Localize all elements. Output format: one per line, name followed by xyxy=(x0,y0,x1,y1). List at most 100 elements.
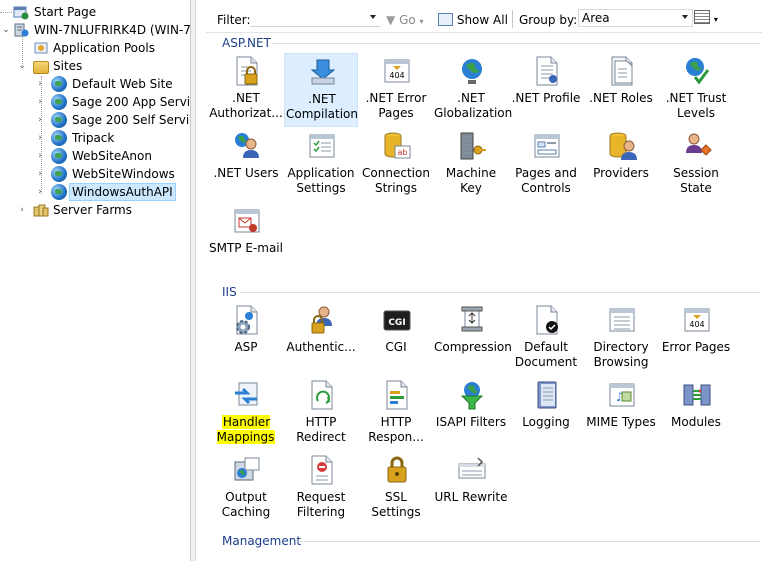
features-view: Filter: ▼ Go ▾ Show All Group by: Area ▾… xyxy=(196,0,762,561)
globe-icon xyxy=(51,184,67,200)
expand-chevron-icon[interactable]: › xyxy=(35,183,45,201)
server-farms-icon xyxy=(33,202,49,218)
expand-chevron-icon[interactable]: › xyxy=(17,201,27,219)
globe-icon xyxy=(456,55,488,87)
machine-key-icon xyxy=(456,130,488,162)
feature-session-state[interactable]: Session State xyxy=(659,128,733,202)
funnel-icon: ▼ xyxy=(386,13,396,27)
feature-net-roles[interactable]: .NET Roles xyxy=(584,53,658,127)
error-404-icon: 404 xyxy=(381,55,413,87)
tree-node-label: Sage 200 App Services xyxy=(72,95,190,109)
feature-label: URL Rewrite xyxy=(434,490,508,504)
feature-ssl-settings[interactable]: SSL Settings xyxy=(359,452,433,526)
expand-chevron-icon[interactable]: › xyxy=(35,147,45,165)
feature-error-pages[interactable]: 404 Error Pages xyxy=(659,302,733,376)
folder-icon xyxy=(33,61,49,74)
filter-bar: Filter: ▼ Go ▾ Show All Group by: Area ▾ xyxy=(206,6,762,33)
feature-directory-browsing[interactable]: Directory Browsing xyxy=(584,302,658,376)
output-caching-icon xyxy=(231,454,263,486)
collapse-chevron-icon[interactable]: ⌄ xyxy=(17,57,27,75)
tree-node-label: Server Farms xyxy=(53,203,132,217)
feature-logging[interactable]: Logging xyxy=(509,377,583,451)
expand-chevron-icon[interactable]: › xyxy=(35,93,45,111)
feature-label: .NET Users xyxy=(213,166,279,180)
feature-http-redirect[interactable]: HTTP Redirect xyxy=(284,377,358,451)
feature-default-document[interactable]: Default Document xyxy=(509,302,583,376)
feature-modules[interactable]: Modules xyxy=(659,377,733,451)
feature-label: Request Filtering xyxy=(296,490,346,519)
svg-text:ab: ab xyxy=(398,148,408,157)
compile-icon xyxy=(307,56,339,88)
expand-chevron-icon[interactable]: › xyxy=(35,129,45,147)
connections-tree[interactable]: Start Page ⌄ WIN-7NLUFRIRK4D (WIN-7NL Ap… xyxy=(0,0,190,561)
application-pools-icon xyxy=(33,40,49,56)
roles-icon xyxy=(606,55,638,87)
feature-net-error-pages[interactable]: 404 .NET Error Pages xyxy=(359,53,433,127)
feature-application-settings[interactable]: Application Settings xyxy=(284,128,358,202)
go-button[interactable]: ▼ Go ▾ xyxy=(386,11,424,29)
feature-authentic[interactable]: Authentic... xyxy=(284,302,358,376)
error-pages-icon: 404 xyxy=(681,304,713,336)
globe-icon xyxy=(51,76,67,92)
feature-http-respon[interactable]: HTTP Respon... xyxy=(359,377,433,451)
feature-label: ISAPI Filters xyxy=(435,415,507,429)
toolbar-separator xyxy=(512,10,513,28)
feature-label: Session State xyxy=(673,166,719,195)
feature-connection-strings[interactable]: ab Connection Strings xyxy=(359,128,433,202)
feature-asp[interactable]: ASP xyxy=(209,302,283,376)
feature-request-filtering[interactable]: Request Filtering xyxy=(284,452,358,526)
feature-label: .NET Compilation xyxy=(285,92,359,121)
feature-machine-key[interactable]: Machine Key xyxy=(434,128,508,202)
feature-url-rewrite[interactable]: URL Rewrite xyxy=(434,452,508,526)
svg-text:404: 404 xyxy=(689,320,704,329)
default-document-icon xyxy=(531,304,563,336)
globe-icon xyxy=(51,112,67,128)
feature-handler-mappings[interactable]: Handler Mappings xyxy=(209,377,283,451)
svg-text:CGI: CGI xyxy=(388,318,405,328)
group-by-label: Group by: xyxy=(519,13,578,27)
highlighted-label: Handler Mappings xyxy=(216,415,276,444)
asp-icon xyxy=(231,304,263,336)
url-rewrite-icon xyxy=(456,454,488,486)
feature-output-caching[interactable]: Output Caching xyxy=(209,452,283,526)
feature-providers[interactable]: Providers xyxy=(584,128,658,202)
http-response-icon xyxy=(381,379,413,411)
feature-smtp-e-mail[interactable]: SMTP E-mail xyxy=(209,203,283,277)
feature-isapi-filters[interactable]: ISAPI Filters xyxy=(434,377,508,451)
expand-chevron-icon[interactable]: › xyxy=(35,75,45,93)
feature-net-profile[interactable]: .NET Profile xyxy=(509,53,583,127)
feature-compression[interactable]: Compression xyxy=(434,302,512,376)
feature-label: .NET Authorizat... xyxy=(209,91,283,120)
app-settings-icon xyxy=(306,130,338,162)
feature-pages-and-controls[interactable]: Pages and Controls xyxy=(509,128,583,202)
globe-icon xyxy=(51,166,67,182)
feature-net-users[interactable]: .NET Users xyxy=(209,128,283,202)
feature-net-trust-levels[interactable]: .NET Trust Levels xyxy=(659,53,733,127)
collapse-chevron-icon[interactable]: ⌄ xyxy=(1,21,11,39)
show-all-button[interactable]: Show All xyxy=(438,11,508,29)
feature-net-globalization[interactable]: .NET Globalization xyxy=(434,53,512,127)
filter-input[interactable] xyxy=(250,9,381,27)
feature-mime-types[interactable]: ♪ MIME Types xyxy=(584,377,658,451)
feature-net-authorizat[interactable]: .NET Authorizat... xyxy=(209,53,283,127)
feature-label: HTTP Respon... xyxy=(368,415,424,444)
feature-cgi[interactable]: CGI CGI xyxy=(359,302,433,376)
feature-label: Compression xyxy=(434,340,512,354)
smtp-icon xyxy=(231,205,263,237)
group-by-select[interactable]: Area xyxy=(578,9,693,27)
tree-node-label: Application Pools xyxy=(53,41,155,55)
dropdown-arrow-icon xyxy=(682,15,688,19)
feature-label: Application Settings xyxy=(287,166,355,195)
tree-node-label: Tripack xyxy=(72,131,115,145)
expand-chevron-icon[interactable]: › xyxy=(35,165,45,183)
show-all-icon xyxy=(438,13,453,26)
trust-icon xyxy=(681,55,713,87)
feature-label: Modules xyxy=(671,415,721,429)
expand-chevron-icon[interactable]: › xyxy=(35,111,45,129)
http-redirect-icon xyxy=(306,379,338,411)
view-switcher-button[interactable]: ▾ xyxy=(694,9,718,27)
pages-controls-icon xyxy=(531,130,563,162)
feature-label: CGI xyxy=(385,340,407,354)
feature-label: ASP xyxy=(234,340,258,354)
feature-net-compilation[interactable]: .NET Compilation xyxy=(284,53,358,127)
